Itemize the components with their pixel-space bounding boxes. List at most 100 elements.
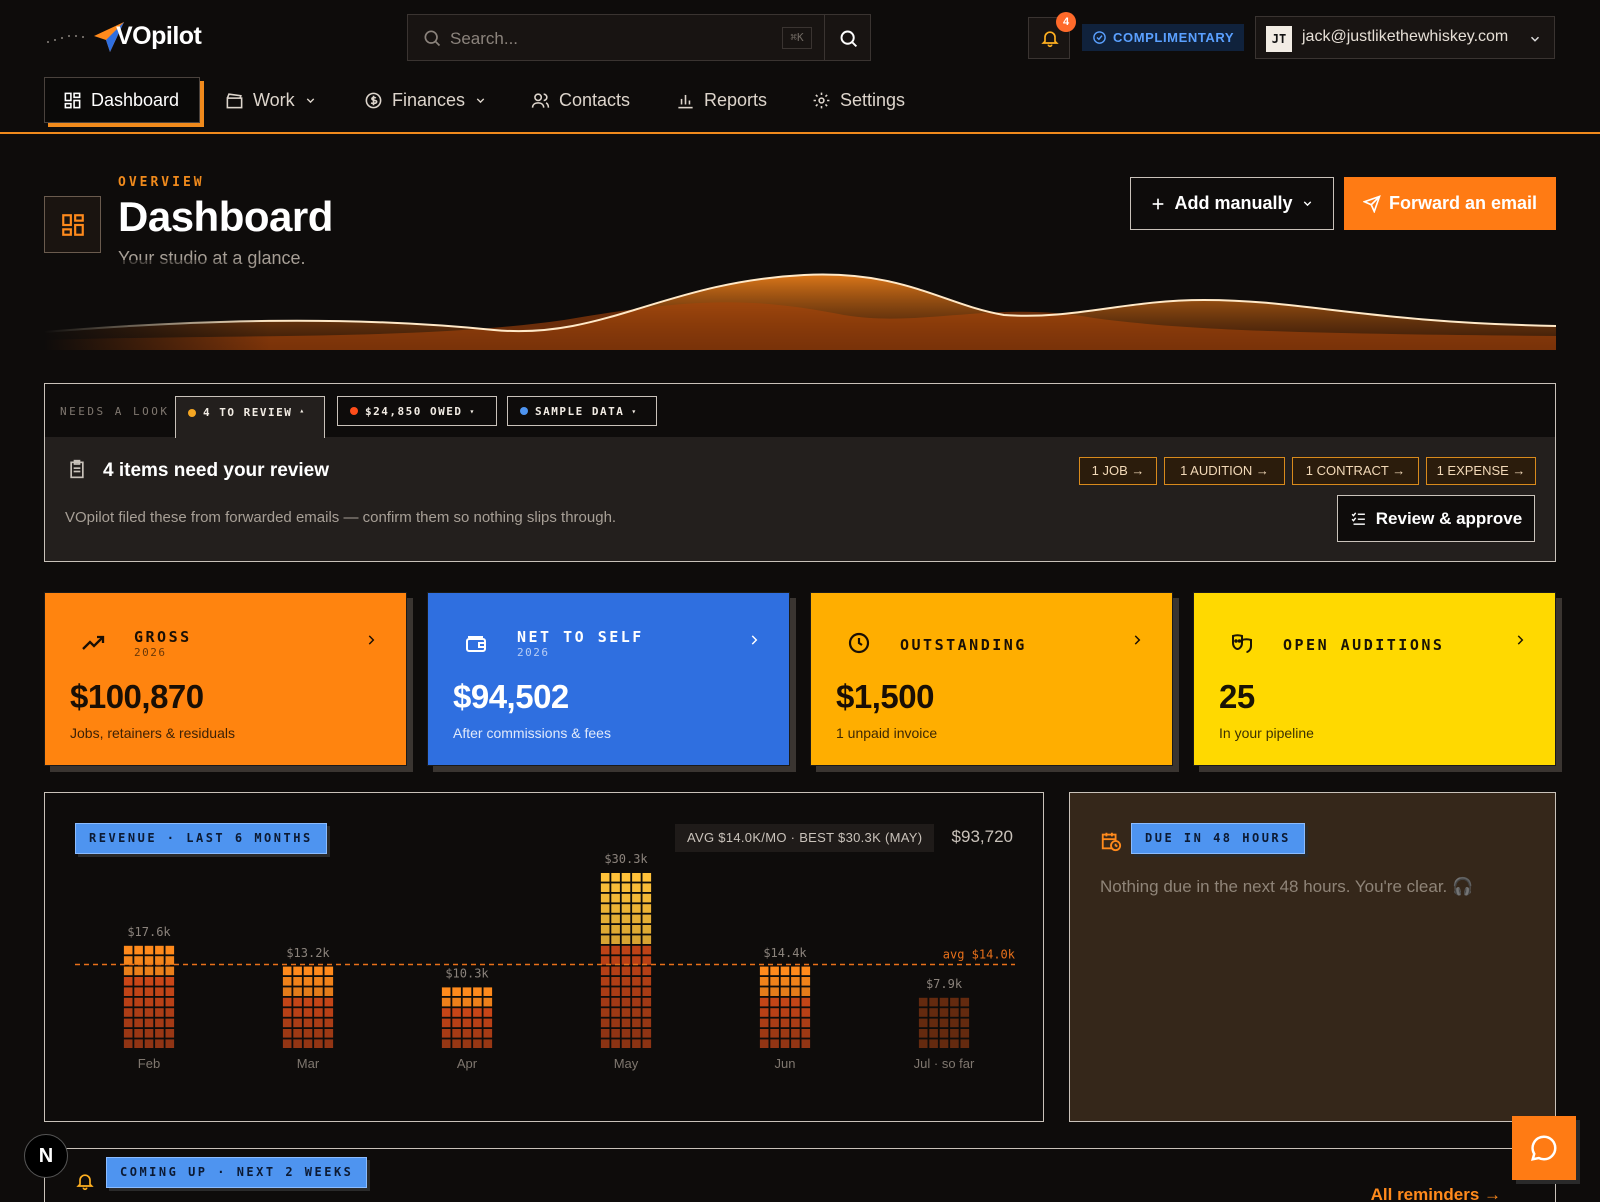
bar-cell: [929, 1008, 938, 1017]
search-box[interactable]: Search... ⌘K: [407, 14, 825, 61]
bar-cell: [918, 1008, 928, 1017]
gross-card[interactable]: GROSS 2026 $100,870 Jobs, retainers & re…: [44, 592, 407, 766]
bar-cell: [801, 1039, 811, 1048]
page-overline: OVERVIEW: [118, 175, 205, 190]
needs-a-look-panel: NEEDS A LOOK 4 TO REVIEW ▴ $24,850 OWED …: [44, 383, 1556, 562]
contract-chip[interactable]: 1 CONTRACT →: [1292, 457, 1419, 485]
chevron-right-icon: [368, 635, 375, 645]
bar-cell: [611, 893, 620, 903]
bar-cell: [134, 1008, 143, 1017]
bar-cell: [621, 997, 631, 1007]
bar-cell: [134, 1039, 143, 1048]
bar-cell: [918, 997, 928, 1007]
card-value: $1,500: [836, 678, 934, 715]
chevron-down-icon: [476, 97, 485, 103]
tab-sample-data[interactable]: SAMPLE DATA ▾: [507, 396, 657, 426]
bar-cell: [324, 1008, 334, 1017]
audition-chip[interactable]: 1 AUDITION →: [1164, 457, 1285, 485]
bar-cell: [960, 1029, 970, 1038]
outstanding-card[interactable]: OUTSTANDING $1,500 1 unpaid invoice: [810, 592, 1173, 766]
bar-cell: [462, 997, 472, 1007]
average-label: avg $14.0k: [943, 948, 1016, 962]
tab-to-review[interactable]: 4 TO REVIEW ▴: [175, 396, 325, 438]
bar-cell: [632, 925, 641, 934]
revenue-bar-chart: $17.6k Feb $13.2k Mar $10.3k Apr $30.3k May $14.…: [75, 852, 1016, 1071]
next-dev-button[interactable]: N: [24, 1134, 68, 1178]
bar-value-label: $17.6k: [127, 925, 171, 939]
bar-cell: [452, 987, 461, 996]
card-label: GROSS: [134, 628, 192, 646]
search-button[interactable]: [824, 14, 871, 61]
card-subtitle: Jobs, retainers & residuals: [70, 725, 235, 741]
bar-cell: [611, 945, 620, 955]
card-year: 2026: [517, 646, 550, 659]
bar-value-label: $14.4k: [763, 946, 807, 960]
bar-cell: [123, 987, 133, 996]
bar-cell: [282, 1008, 292, 1017]
bar-cell: [165, 1018, 175, 1028]
bar-cell: [780, 997, 790, 1007]
bar-cell: [621, 977, 631, 986]
bar-cell: [600, 956, 610, 965]
bar-cell: [600, 987, 610, 996]
expense-chip[interactable]: 1 EXPENSE →: [1426, 457, 1536, 485]
bar-cell: [960, 1018, 970, 1028]
x-tick-label: Feb: [138, 1056, 160, 1071]
bar-cell: [462, 1018, 472, 1028]
user-menu[interactable]: JT jack@justlikethewhiskey.com: [1255, 16, 1555, 59]
bar-cell: [770, 1039, 779, 1048]
nav-settings[interactable]: Settings: [812, 77, 905, 123]
chevron-right-icon: [1134, 635, 1141, 645]
clock-icon: [848, 632, 870, 654]
tab-owed[interactable]: $24,850 OWED ▾: [337, 396, 497, 426]
nav-finances[interactable]: Finances: [364, 77, 487, 123]
bar-value-label: $10.3k: [445, 967, 489, 981]
card-label: NET TO SELF: [517, 628, 644, 646]
nav-reports[interactable]: Reports: [676, 77, 767, 123]
bar-cell: [462, 987, 472, 996]
bar-cell: [303, 1008, 313, 1017]
bar-cell: [324, 997, 334, 1007]
review-approve-button[interactable]: Review & approve: [1337, 495, 1535, 542]
bar-cell: [282, 966, 292, 976]
bar-cell: [462, 1029, 472, 1038]
search-input[interactable]: Search...: [450, 29, 518, 49]
decorative-wave: [44, 260, 1556, 350]
bar-cell: [759, 1039, 769, 1048]
bar-cell: [770, 977, 779, 986]
bar-cell: [791, 1039, 800, 1048]
status-dot: [188, 409, 196, 417]
nav-work[interactable]: Work: [225, 77, 317, 123]
notifications-button[interactable]: 4: [1028, 12, 1076, 59]
bar-cell: [282, 1029, 292, 1038]
needs-a-look-label: NEEDS A LOOK: [60, 405, 170, 418]
bar-cell: [282, 1018, 292, 1028]
forward-email-button[interactable]: Forward an email: [1344, 177, 1556, 230]
bar-cell: [324, 977, 334, 986]
bar-cell: [642, 977, 652, 986]
bar-cell: [324, 966, 334, 976]
bar-cell: [632, 977, 641, 986]
all-reminders-link[interactable]: All reminders →: [1371, 1185, 1501, 1202]
bar-cell: [600, 1018, 610, 1028]
coming-up-tag: COMING UP · NEXT 2 WEEKS: [106, 1157, 368, 1188]
open-auditions-card[interactable]: OPEN AUDITIONS 25 In your pipeline: [1193, 592, 1556, 766]
card-value: $94,502: [453, 678, 569, 715]
bar-cell: [314, 977, 323, 986]
plan-badge[interactable]: COMPLIMENTARY: [1082, 24, 1245, 51]
bar-cell: [780, 1029, 790, 1038]
nav-contacts[interactable]: Contacts: [531, 77, 630, 123]
chevron-right-icon: [751, 635, 758, 645]
nav-dashboard[interactable]: Dashboard: [44, 77, 200, 123]
bar-cell: [960, 1039, 970, 1048]
chat-button[interactable]: [1512, 1116, 1576, 1180]
x-tick-label: Jun: [775, 1056, 796, 1071]
add-manually-button[interactable]: Add manually: [1130, 177, 1334, 230]
bar-cell: [632, 1018, 641, 1028]
bar-cell: [621, 1039, 631, 1048]
job-chip[interactable]: 1 JOB →: [1079, 457, 1157, 485]
bar-cell: [134, 1029, 143, 1038]
bar-cell: [642, 904, 652, 913]
net-to-self-card[interactable]: NET TO SELF 2026 $94,502 After commissio…: [427, 592, 790, 766]
bar-cell: [801, 1029, 811, 1038]
